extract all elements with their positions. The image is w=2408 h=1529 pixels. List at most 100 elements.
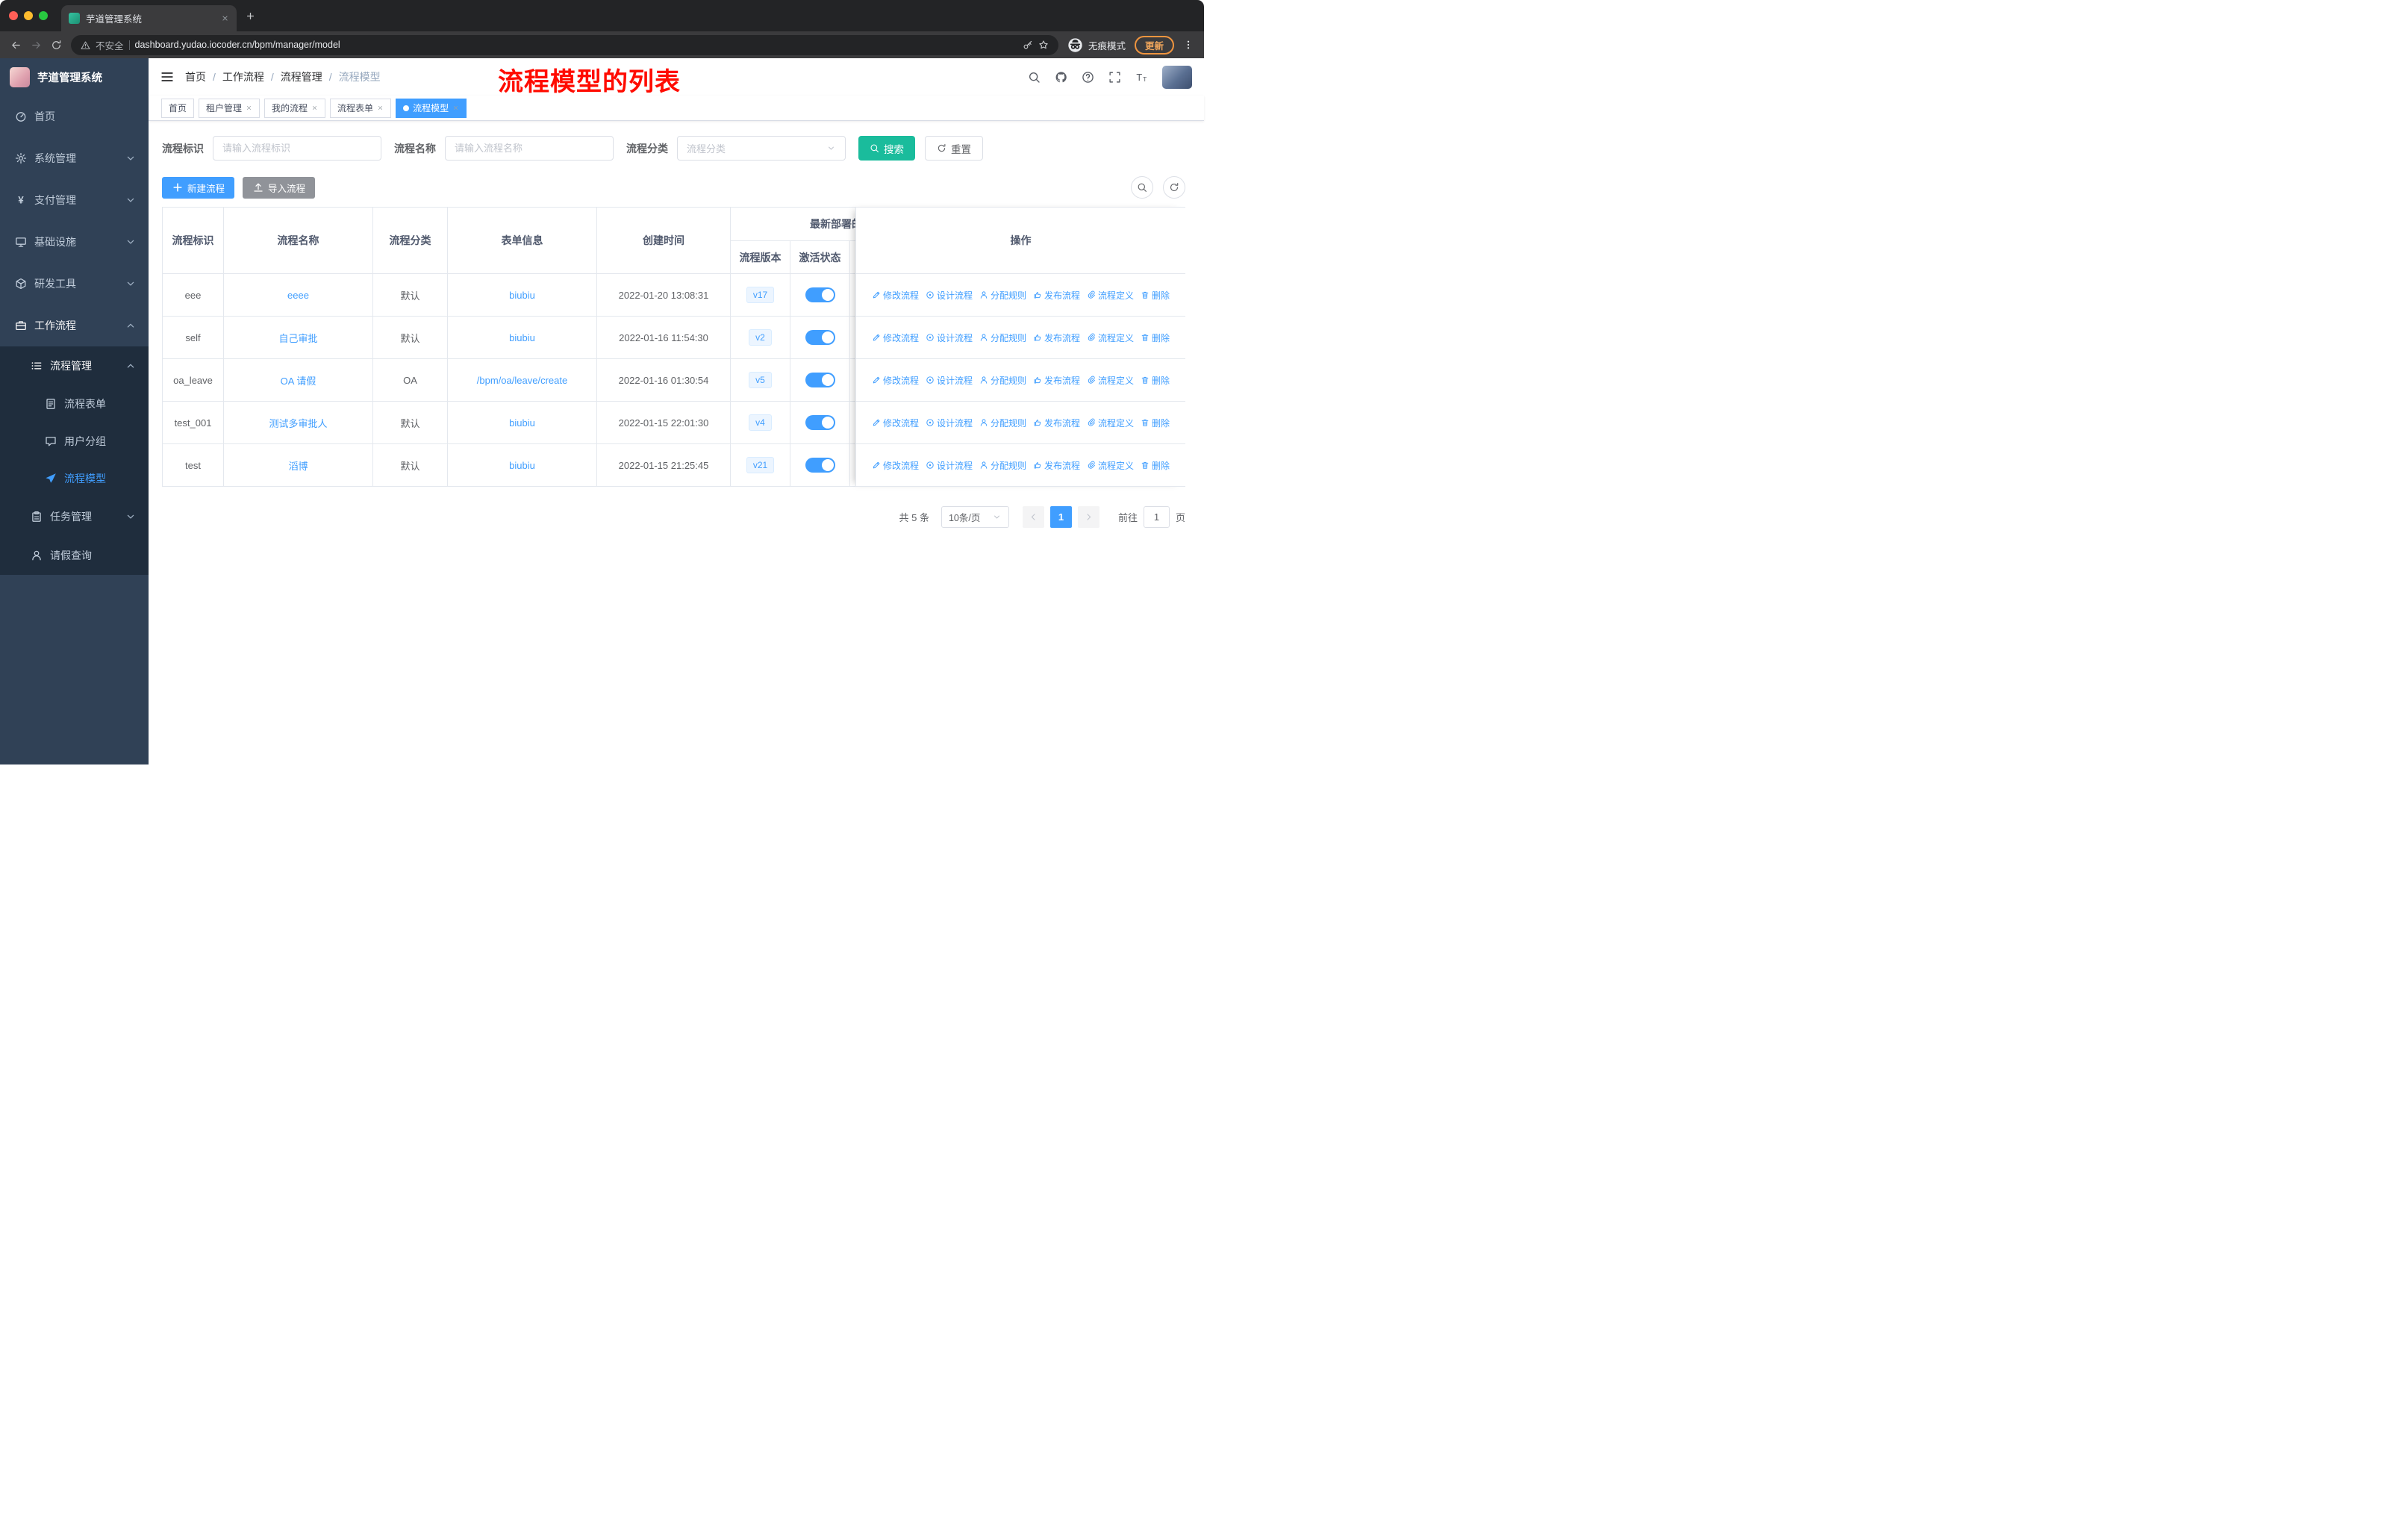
create-process-button[interactable]: 新建流程 — [162, 176, 235, 199]
form-info-link[interactable]: biubiu — [509, 460, 535, 471]
process-name-link[interactable]: 自己审批 — [278, 331, 317, 345]
page-size-select[interactable]: 10条/页 — [941, 506, 1009, 528]
action-delete[interactable]: 删除 — [1141, 417, 1170, 429]
tag-process-model[interactable]: 流程模型 — [396, 98, 467, 118]
close-window-button[interactable] — [9, 11, 18, 20]
back-button[interactable] — [10, 40, 22, 51]
page-number-button[interactable]: 1 — [1049, 506, 1072, 528]
sidebar-item-process-form[interactable]: 流程表单 — [0, 385, 149, 423]
process-version-tag[interactable]: v2 — [749, 329, 772, 346]
close-icon[interactable] — [246, 105, 252, 111]
maximize-window-button[interactable] — [39, 11, 48, 20]
breadcrumb-item[interactable]: 工作流程 — [222, 69, 264, 84]
sidebar-item-process-management[interactable]: 流程管理 — [0, 346, 149, 385]
tab-close-icon[interactable] — [221, 14, 229, 22]
process-name-link[interactable]: 滔博 — [288, 458, 308, 473]
active-toggle[interactable] — [805, 373, 835, 387]
process-version-tag[interactable]: v5 — [749, 372, 772, 388]
action-publish[interactable]: 发布流程 — [1033, 331, 1080, 344]
form-info-link[interactable]: /bpm/oa/leave/create — [477, 375, 567, 386]
hamburger-icon[interactable] — [160, 70, 174, 84]
sidebar-item-dev-tools[interactable]: 研发工具 — [0, 263, 149, 305]
font-size-icon[interactable]: TT — [1135, 71, 1148, 84]
action-publish[interactable]: 发布流程 — [1033, 459, 1080, 472]
prev-page-button[interactable] — [1022, 506, 1044, 528]
action-modify[interactable]: 修改流程 — [872, 459, 919, 472]
next-page-button[interactable] — [1077, 506, 1099, 528]
close-icon[interactable] — [377, 105, 384, 111]
search-button[interactable]: 搜索 — [858, 136, 915, 161]
update-button[interactable]: 更新 — [1134, 35, 1174, 55]
fullscreen-icon[interactable] — [1108, 71, 1121, 84]
reset-button[interactable]: 重置 — [925, 136, 983, 161]
tag-tenant-management[interactable]: 租户管理 — [199, 98, 261, 118]
sidebar-item-task-management[interactable]: 任务管理 — [0, 497, 149, 536]
sidebar-item-process-model[interactable]: 流程模型 — [0, 460, 149, 497]
process-name-link[interactable]: OA 请假 — [281, 373, 316, 387]
action-definition[interactable]: 流程定义 — [1087, 374, 1134, 387]
help-icon[interactable] — [1082, 71, 1094, 84]
action-modify[interactable]: 修改流程 — [872, 374, 919, 387]
process-version-tag[interactable]: v21 — [746, 457, 775, 473]
action-delete[interactable]: 删除 — [1141, 374, 1170, 387]
sidebar-item-workflow[interactable]: 工作流程 — [0, 305, 149, 346]
active-toggle[interactable] — [805, 287, 835, 302]
minimize-window-button[interactable] — [24, 11, 33, 20]
process-name-input[interactable] — [445, 136, 614, 161]
action-definition[interactable]: 流程定义 — [1087, 459, 1134, 472]
action-assign-rule[interactable]: 分配规则 — [979, 289, 1026, 302]
process-version-tag[interactable]: v4 — [749, 414, 772, 431]
action-design[interactable]: 设计流程 — [926, 417, 973, 429]
sidebar-item-home[interactable]: 首页 — [0, 96, 149, 137]
tag-home[interactable]: 首页 — [161, 98, 195, 118]
tag-process-form[interactable]: 流程表单 — [330, 98, 392, 118]
import-process-button[interactable]: 导入流程 — [243, 176, 316, 199]
process-category-select[interactable]: 流程分类 — [677, 136, 846, 161]
sidebar-item-payment-management[interactable]: ¥ 支付管理 — [0, 179, 149, 221]
browser-menu-icon[interactable] — [1183, 40, 1194, 50]
action-assign-rule[interactable]: 分配规则 — [979, 374, 1026, 387]
github-icon[interactable] — [1055, 71, 1067, 84]
breadcrumb-item[interactable]: 流程管理 — [281, 69, 322, 84]
goto-page-input[interactable] — [1143, 506, 1170, 528]
new-tab-button[interactable] — [246, 11, 255, 21]
action-design[interactable]: 设计流程 — [926, 459, 973, 472]
process-name-link[interactable]: 测试多审批人 — [269, 416, 327, 430]
address-bar[interactable]: 不安全 dashboard.yudao.iocoder.cn/bpm/manag… — [71, 34, 1058, 55]
forward-button[interactable] — [31, 40, 42, 51]
form-info-link[interactable]: biubiu — [509, 417, 535, 429]
action-modify[interactable]: 修改流程 — [872, 331, 919, 344]
browser-tab[interactable]: 芋道管理系统 — [61, 5, 237, 31]
reload-button[interactable] — [51, 40, 62, 51]
active-toggle[interactable] — [805, 458, 835, 473]
active-toggle[interactable] — [805, 415, 835, 430]
password-key-icon[interactable] — [1023, 40, 1033, 50]
sidebar-item-user-group[interactable]: 用户分组 — [0, 423, 149, 460]
sidebar-item-system-management[interactable]: 系统管理 — [0, 137, 149, 179]
active-toggle[interactable] — [805, 330, 835, 345]
app-logo[interactable]: 芋道管理系统 — [0, 58, 149, 96]
action-publish[interactable]: 发布流程 — [1033, 289, 1080, 302]
process-version-tag[interactable]: v17 — [746, 287, 775, 303]
action-definition[interactable]: 流程定义 — [1087, 417, 1134, 429]
action-delete[interactable]: 删除 — [1141, 459, 1170, 472]
action-assign-rule[interactable]: 分配规则 — [979, 417, 1026, 429]
action-design[interactable]: 设计流程 — [926, 374, 973, 387]
action-design[interactable]: 设计流程 — [926, 289, 973, 302]
sidebar-item-infrastructure[interactable]: 基础设施 — [0, 221, 149, 263]
action-publish[interactable]: 发布流程 — [1033, 374, 1080, 387]
action-assign-rule[interactable]: 分配规则 — [979, 331, 1026, 344]
show-search-button[interactable] — [1131, 176, 1153, 199]
action-modify[interactable]: 修改流程 — [872, 417, 919, 429]
breadcrumb-item[interactable]: 首页 — [185, 69, 206, 84]
process-name-link[interactable]: eeee — [287, 290, 309, 301]
action-delete[interactable]: 删除 — [1141, 331, 1170, 344]
process-key-input[interactable] — [213, 136, 381, 161]
action-design[interactable]: 设计流程 — [926, 331, 973, 344]
form-info-link[interactable]: biubiu — [509, 332, 535, 343]
close-icon[interactable] — [452, 105, 459, 111]
user-avatar[interactable] — [1162, 65, 1192, 89]
action-modify[interactable]: 修改流程 — [872, 289, 919, 302]
refresh-table-button[interactable] — [1163, 176, 1185, 199]
tag-my-process[interactable]: 我的流程 — [264, 98, 326, 118]
